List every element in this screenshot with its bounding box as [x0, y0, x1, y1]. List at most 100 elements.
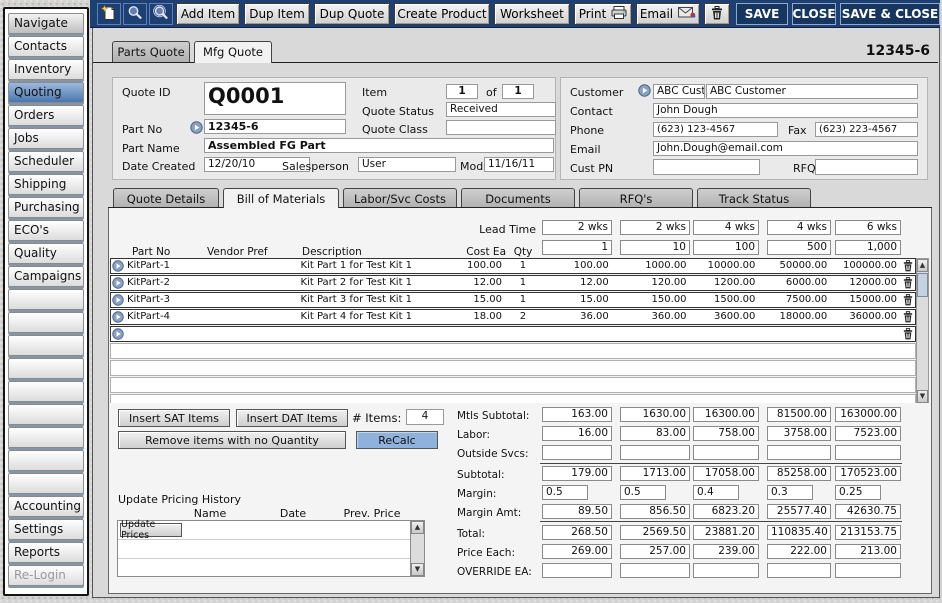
cell-price-4[interactable]: 7500.00 [758, 293, 830, 307]
item-number-field[interactable]: 1 [446, 84, 478, 99]
dup-quote-button[interactable]: Dup Quote [314, 3, 390, 25]
qty-break-field-1[interactable]: 1 [542, 240, 612, 255]
cell-price-5[interactable]: 15000.00 [830, 293, 900, 307]
table-row[interactable]: KitPart-2 Kit Part 2 for Test Kit 1 12.0… [110, 275, 916, 291]
customer-detail-arrow-icon[interactable] [638, 84, 651, 100]
cell-price-5[interactable]: 36000.00 [830, 310, 900, 324]
sidebar-item-reports[interactable]: Reports [8, 542, 84, 563]
new-record-button[interactable] [97, 3, 121, 25]
cell-cost-ea[interactable]: 12.00 [450, 276, 508, 290]
scroll-down-icon[interactable]: ▼ [917, 390, 928, 403]
worksheet-button[interactable]: Worksheet [494, 3, 570, 25]
cell-price-3[interactable]: 1200.00 [690, 276, 759, 290]
add-item-button[interactable]: Add Item [176, 3, 240, 25]
cell-price-4[interactable]: 50000.00 [758, 259, 830, 273]
cell-description[interactable]: Kit Part 1 for Test Kit 1 [301, 259, 451, 273]
rfq-field[interactable] [815, 159, 918, 175]
lead-time-field-1[interactable]: 2 wks [542, 220, 612, 235]
table-row[interactable]: KitPart-3 Kit Part 3 for Test Kit 1 15.0… [110, 292, 916, 308]
item-count-field[interactable]: 1 [502, 84, 534, 99]
override-ea-field[interactable] [620, 563, 690, 578]
cell-part-no[interactable]: KitPart-4 [125, 310, 209, 324]
cell-price-5[interactable]: 100000.00 [830, 259, 900, 273]
row-detail-arrow-icon[interactable] [111, 294, 125, 306]
customer-name-field[interactable]: ABC Customer [706, 84, 918, 99]
tab-documents[interactable]: Documents [461, 188, 575, 208]
sidebar-item-campaigns[interactable]: Campaigns [8, 266, 84, 287]
cell-qty[interactable]: 1 [508, 293, 538, 307]
cell-description[interactable]: Kit Part 3 for Test Kit 1 [301, 293, 451, 307]
row-detail-arrow-icon[interactable] [111, 277, 125, 289]
delete-record-button[interactable] [704, 3, 730, 25]
table-row[interactable]: KitPart-4 Kit Part 4 for Test Kit 1 18.0… [110, 309, 916, 325]
history-row[interactable] [118, 540, 424, 559]
fax-field[interactable]: (623) 223-4567 [815, 122, 918, 137]
margin-field[interactable]: 0.5 [542, 485, 588, 500]
sidebar-item-scheduler[interactable]: Scheduler [8, 151, 84, 172]
qty-break-field-3[interactable]: 100 [693, 240, 759, 255]
lead-time-field-2[interactable]: 2 wks [620, 220, 690, 235]
sidebar-item-accounting[interactable]: Accounting [8, 496, 84, 517]
quote-status-field[interactable]: Received [446, 102, 556, 117]
tab-labor-svc-costs[interactable]: Labor/Svc Costs [343, 188, 457, 208]
tab-track-status[interactable]: Track Status [697, 188, 811, 208]
cell-price-2[interactable]: 150.00 [612, 293, 690, 307]
tab-bill-of-materials[interactable]: Bill of Materials [223, 188, 339, 208]
margin-field[interactable]: 0.5 [620, 485, 666, 500]
cust-pn-field[interactable] [653, 159, 760, 175]
cell-price-1[interactable]: 36.00 [538, 310, 612, 324]
override-ea-field[interactable] [542, 563, 612, 578]
row-trash-icon[interactable] [900, 328, 915, 340]
cell-qty[interactable]: 1 [508, 276, 538, 290]
insert-sat-items-button[interactable]: Insert SAT Items [118, 409, 230, 427]
history-row[interactable] [118, 559, 424, 578]
cell-price-4[interactable]: 6000.00 [758, 276, 830, 290]
cell-price-4[interactable]: 18000.00 [758, 310, 830, 324]
tab-rfqs[interactable]: RFQ's [579, 188, 693, 208]
cell-cost-ea[interactable]: 15.00 [450, 293, 508, 307]
quote-class-field[interactable] [446, 120, 556, 135]
scrollbar-thumb[interactable] [917, 273, 928, 297]
cell-price-2[interactable]: 120.00 [612, 276, 690, 290]
row-trash-icon[interactable] [900, 294, 915, 306]
row-detail-arrow-icon[interactable] [111, 260, 125, 272]
qty-break-field-2[interactable]: 10 [620, 240, 690, 255]
cell-price-2[interactable]: 1000.00 [612, 259, 690, 273]
scroll-up-icon[interactable]: ▲ [917, 259, 928, 272]
phone-field[interactable]: (623) 123-4567 [653, 122, 778, 137]
row-trash-icon[interactable] [900, 311, 915, 323]
cell-price-1[interactable]: 100.00 [538, 259, 612, 273]
cell-cost-ea[interactable]: 18.00 [450, 310, 508, 324]
row-trash-icon[interactable] [900, 260, 915, 272]
create-product-button[interactable]: Create Product [394, 3, 490, 25]
sidebar-item-ecos[interactable]: ECO's [8, 220, 84, 241]
cell-price-3[interactable]: 1500.00 [690, 293, 759, 307]
cell-description[interactable]: Kit Part 2 for Test Kit 1 [301, 276, 451, 290]
cell-price-5[interactable]: 12000.00 [830, 276, 900, 290]
lead-time-field-5[interactable]: 6 wks [835, 220, 901, 235]
update-prices-button[interactable]: Update Prices [120, 523, 182, 537]
lead-time-field-3[interactable]: 4 wks [693, 220, 759, 235]
find-button[interactable] [123, 3, 147, 25]
sidebar-item-quoting[interactable]: Quoting [8, 82, 84, 103]
email-button[interactable]: Email [636, 3, 700, 25]
find-all-button[interactable] [149, 3, 173, 25]
sidebar-item-purchasing[interactable]: Purchasing [8, 197, 84, 218]
qty-break-field-5[interactable]: 1,000 [835, 240, 901, 255]
cell-part-no[interactable]: KitPart-2 [125, 276, 209, 290]
sidebar-item-quality[interactable]: Quality [8, 243, 84, 264]
cell-cost-ea[interactable]: 100.00 [450, 259, 508, 273]
quote-id-field[interactable]: Q0001 [204, 82, 346, 115]
part-name-field[interactable]: Assembled FG Part [204, 138, 554, 153]
margin-field[interactable]: 0.25 [835, 485, 881, 500]
tab-mfg-quote[interactable]: Mfg Quote [194, 41, 272, 63]
cell-qty[interactable]: 1 [508, 259, 538, 273]
insert-dat-items-button[interactable]: Insert DAT Items [236, 409, 348, 427]
scroll-down-icon[interactable]: ▼ [411, 563, 424, 576]
print-button[interactable]: Print [574, 3, 632, 25]
override-ea-field[interactable] [693, 563, 759, 578]
override-ea-field[interactable] [835, 563, 901, 578]
tab-parts-quote[interactable]: Parts Quote [112, 41, 190, 62]
row-trash-icon[interactable] [900, 277, 915, 289]
close-button[interactable]: CLOSE [792, 3, 836, 25]
